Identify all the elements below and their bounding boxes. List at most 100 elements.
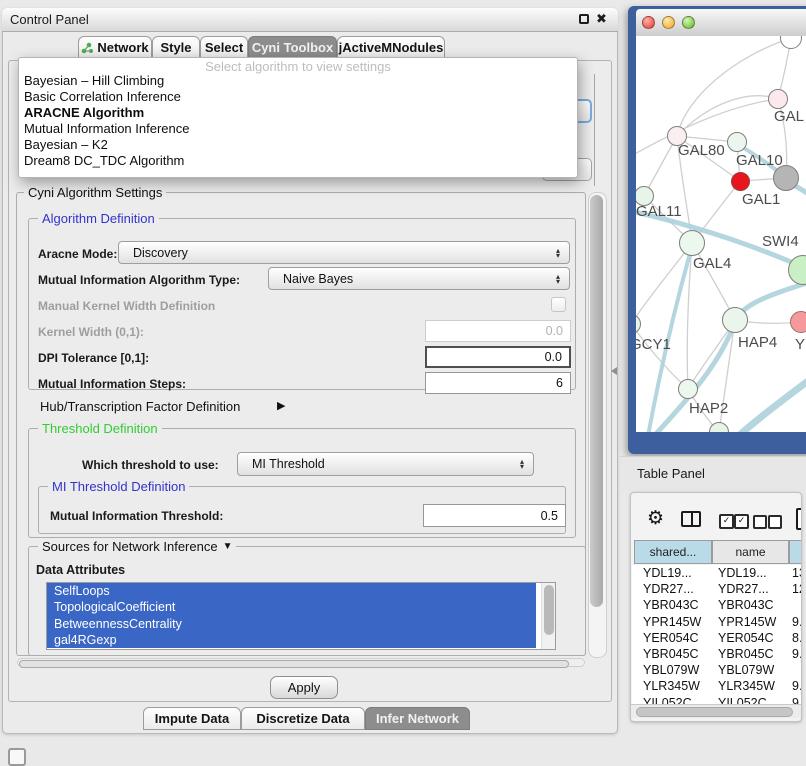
- table-row[interactable]: YBL079WYBL079W: [632, 662, 802, 678]
- algorithm-option[interactable]: Basic Correlation Inference: [24, 89, 181, 104]
- column-header-shared-name[interactable]: shared...: [634, 540, 712, 564]
- network-node-hap2[interactable]: [678, 379, 698, 399]
- tab-jactivemnodules[interactable]: jActiveMNodules: [337, 36, 445, 59]
- column-header-partial[interactable]: A: [789, 540, 802, 564]
- table-hscrollbar-track[interactable]: [631, 704, 801, 718]
- node-label: GAL10: [736, 152, 783, 169]
- tab-network[interactable]: Network: [78, 36, 152, 59]
- network-node-gal1[interactable]: [731, 172, 750, 191]
- kernel-width-field[interactable]: [425, 320, 571, 342]
- network-view-window: GAL GAL80 GAL10 GAL1 GAL11 GAL4 SWI4 GCY…: [628, 6, 806, 454]
- hub-section-label[interactable]: Hub/Transcription Factor Definition: [40, 399, 240, 414]
- manual-kernel-checkbox[interactable]: [551, 297, 566, 312]
- column-header-label: shared...: [650, 545, 697, 559]
- mi-type-select[interactable]: Naive Bayes ▴▾: [268, 267, 570, 290]
- close-traffic-light[interactable]: [642, 16, 655, 29]
- network-node-gal4[interactable]: [679, 230, 705, 256]
- algorithm-option[interactable]: Mutual Information Inference: [24, 121, 189, 136]
- columns-icon[interactable]: [681, 511, 701, 527]
- settings-hscrollbar-thumb[interactable]: [19, 660, 569, 668]
- mi-threshold-group-title: MI Threshold Definition: [48, 480, 189, 494]
- manual-kernel-label: Manual Kernel Width Definition: [38, 299, 215, 313]
- collapse-right-icon[interactable]: ▶: [277, 399, 285, 412]
- dock-panel-icon[interactable]: [8, 748, 26, 766]
- hide-all-columns-icon[interactable]: [753, 515, 767, 529]
- settings-vscrollbar-thumb[interactable]: [590, 195, 603, 607]
- threshold-definition-title: Threshold Definition: [38, 422, 162, 436]
- show-all-columns-icon2[interactable]: ✓: [734, 514, 749, 529]
- settings-group-title: Cyni Algorithm Settings: [24, 186, 166, 200]
- float-window-icon[interactable]: [579, 14, 589, 24]
- algorithm-option[interactable]: Bayesian – Hill Climbing: [24, 73, 164, 88]
- table-row[interactable]: YIL052CYIL052C9.: [632, 695, 802, 704]
- which-threshold-select[interactable]: MI Threshold ▴▾: [237, 452, 534, 476]
- gear-icon[interactable]: ⚙: [647, 507, 664, 530]
- show-all-columns-icon[interactable]: ✓: [719, 514, 734, 529]
- network-node-gal10[interactable]: [727, 132, 747, 152]
- tab-style[interactable]: Style: [152, 36, 200, 59]
- column-header-label: name: [735, 545, 765, 559]
- collapse-down-icon: ▼: [223, 540, 233, 554]
- algorithm-option[interactable]: Dream8 DC_TDC Algorithm: [24, 153, 184, 168]
- column-header-name[interactable]: name: [712, 540, 789, 564]
- network-canvas[interactable]: GAL GAL80 GAL10 GAL1 GAL11 GAL4 SWI4 GCY…: [636, 36, 806, 432]
- tab-impute-data[interactable]: Impute Data: [143, 707, 241, 730]
- mi-threshold-field[interactable]: [423, 504, 566, 527]
- list-item[interactable]: SelfLoops: [47, 583, 536, 599]
- node-label: Y: [795, 336, 805, 353]
- tab-label: Network: [97, 40, 148, 55]
- apply-button-label: Apply: [288, 680, 321, 695]
- table-panel: ⚙ ✓ ✓ shared... name A YDL19...YDL19...1…: [630, 492, 802, 722]
- table-row[interactable]: YLR345WYLR345W9.: [632, 678, 802, 694]
- tab-label: Cyni Toolbox: [252, 40, 333, 55]
- table-row[interactable]: YDR27...YDR27...12: [632, 581, 802, 597]
- algorithm-option[interactable]: Bayesian – K2: [24, 137, 108, 152]
- node-label: GAL80: [678, 142, 725, 159]
- node-label: SWI4: [762, 233, 799, 250]
- mi-type-label: Mutual Information Algorithm Type:: [38, 273, 240, 287]
- apply-button[interactable]: Apply: [270, 676, 338, 699]
- list-item[interactable]: BetweennessCentrality: [47, 616, 536, 632]
- tab-cyni-toolbox[interactable]: Cyni Toolbox: [248, 36, 337, 59]
- list-vscrollbar-thumb[interactable]: [544, 585, 554, 635]
- minimize-traffic-light[interactable]: [662, 16, 675, 29]
- settings-hscrollbar-track[interactable]: [17, 658, 585, 667]
- node-label: GAL: [774, 108, 804, 125]
- new-column-icon[interactable]: [796, 508, 802, 530]
- tab-infer-network[interactable]: Infer Network: [365, 707, 470, 730]
- algorithm-definition-title: Algorithm Definition: [38, 212, 159, 226]
- control-panel-titlebar[interactable]: [2, 8, 618, 32]
- table-hscrollbar-thumb[interactable]: [636, 707, 793, 717]
- aracne-mode-select[interactable]: Discovery ▴▾: [118, 241, 570, 264]
- table-row[interactable]: YBR043CYBR043C: [632, 597, 802, 613]
- network-node-hap4[interactable]: [722, 307, 748, 333]
- close-icon[interactable]: ✖: [596, 11, 607, 27]
- sources-group-title[interactable]: Sources for Network Inference ▼: [38, 540, 236, 554]
- hide-all-columns-icon2[interactable]: [768, 515, 782, 529]
- list-vscrollbar-track[interactable]: [541, 583, 555, 649]
- aracne-mode-label: Aracne Mode:: [38, 247, 117, 261]
- network-node-salmon[interactable]: [790, 311, 806, 333]
- zoom-traffic-light[interactable]: [682, 16, 695, 29]
- table-row[interactable]: YDL19...YDL19...13: [632, 565, 802, 581]
- dpi-tolerance-field[interactable]: [425, 346, 571, 368]
- list-item[interactable]: TopologicalCoefficient: [47, 599, 536, 615]
- spinner-arrows-icon: ▴▾: [556, 248, 560, 258]
- spinner-arrows-icon: ▴▾: [556, 274, 560, 284]
- splitter-collapse-icon[interactable]: [611, 367, 617, 375]
- algorithm-option-highlighted[interactable]: ARACNE Algorithm: [24, 105, 144, 120]
- node-label: GAL11: [636, 203, 682, 220]
- tab-label: jActiveMNodules: [339, 40, 444, 55]
- network-node-gal[interactable]: [768, 89, 788, 109]
- table-row[interactable]: YER054CYER054C8.: [632, 630, 802, 646]
- tab-label: Discretize Data: [256, 711, 349, 726]
- node-label: GAL1: [742, 191, 780, 208]
- table-row[interactable]: YBR045CYBR045C9.: [632, 646, 802, 662]
- tab-label: Select: [205, 40, 243, 55]
- table-row[interactable]: YPR145WYPR145W9.: [632, 614, 802, 630]
- mi-steps-field[interactable]: [425, 372, 571, 394]
- tab-select[interactable]: Select: [200, 36, 248, 59]
- list-item[interactable]: gal4RGexp: [47, 632, 536, 648]
- spinner-arrows-icon: ▴▾: [520, 459, 524, 469]
- tab-discretize-data[interactable]: Discretize Data: [241, 707, 365, 730]
